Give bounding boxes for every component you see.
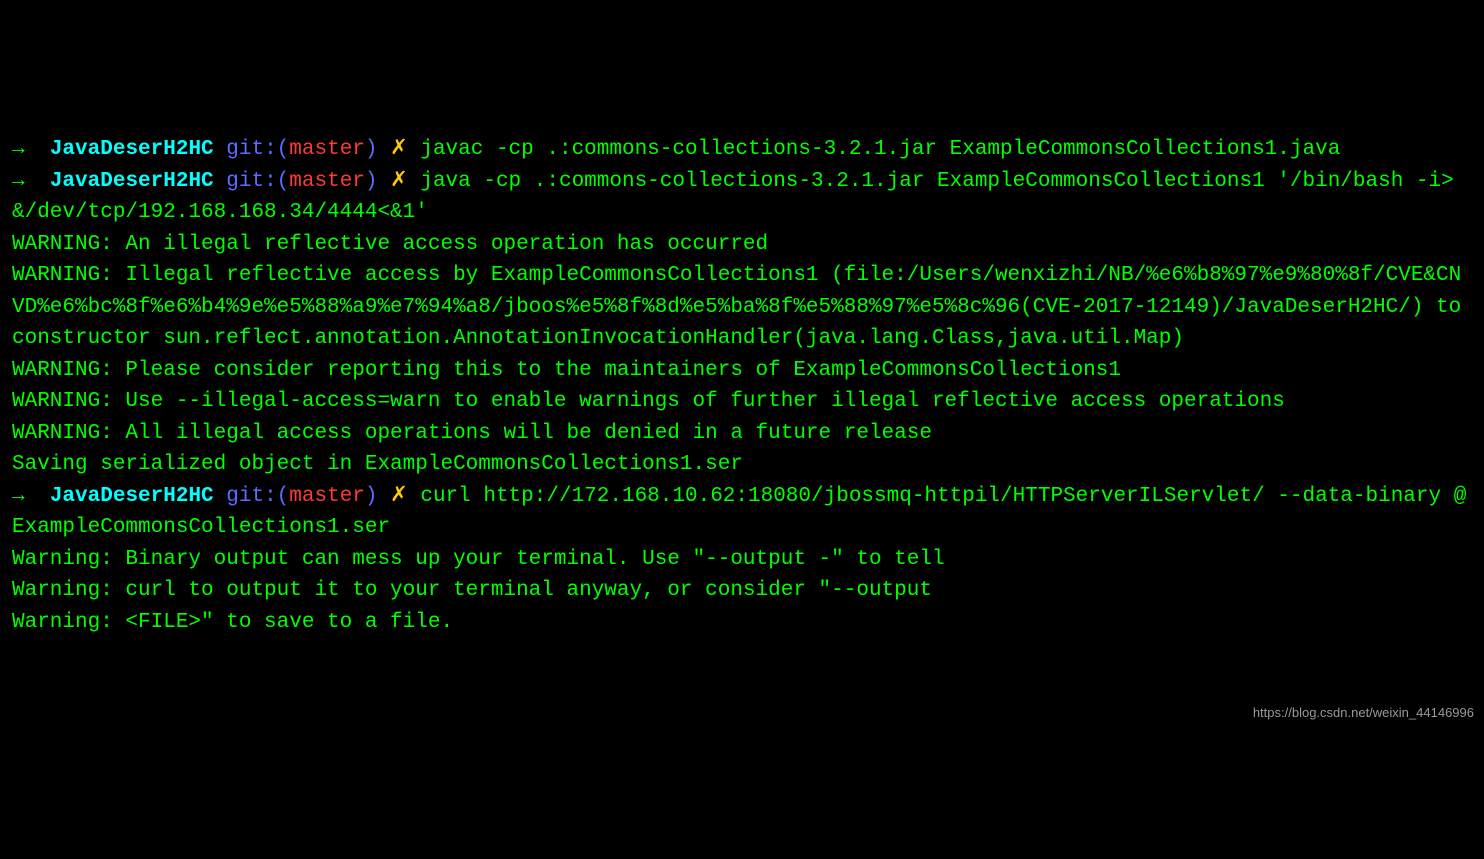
git-close: ) <box>365 138 378 161</box>
directory-name: JavaDeserH2HC <box>50 170 214 193</box>
output-line: Saving serialized object in ExampleCommo… <box>12 453 743 476</box>
output-line: WARNING: Please consider reporting this … <box>12 359 1121 382</box>
dirty-x-icon: ✗ <box>390 170 408 193</box>
shell-prompt-line: → JavaDeserH2HC git:(master) ✗ javac -cp… <box>12 138 1340 161</box>
git-branch: master <box>289 485 365 508</box>
output-line: Warning: curl to output it to your termi… <box>12 579 945 602</box>
command-text: javac -cp .:commons-collections-3.2.1.ja… <box>420 138 1340 161</box>
directory-name: JavaDeserH2HC <box>50 138 214 161</box>
git-branch: master <box>289 170 365 193</box>
git-branch: master <box>289 138 365 161</box>
dirty-x-icon: ✗ <box>390 485 408 508</box>
shell-prompt-line: → JavaDeserH2HC git:(master) ✗ java -cp … <box>12 170 1454 225</box>
shell-prompt-line: → JavaDeserH2HC git:(master) ✗ curl http… <box>12 485 1466 540</box>
arrow-icon: → <box>12 485 25 508</box>
git-close: ) <box>365 485 378 508</box>
output-line: WARNING: An illegal reflective access op… <box>12 233 768 256</box>
terminal-output[interactable]: → JavaDeserH2HC git:(master) ✗ javac -cp… <box>12 134 1472 638</box>
arrow-icon: → <box>12 170 25 193</box>
directory-name: JavaDeserH2HC <box>50 485 214 508</box>
arrow-icon: → <box>12 138 25 161</box>
output-line: WARNING: All illegal access operations w… <box>12 422 932 445</box>
git-label: git:( <box>226 138 289 161</box>
git-label: git:( <box>226 485 289 508</box>
output-line: Warning: <FILE>" to save to a file. <box>12 611 453 634</box>
output-line: Warning: Binary output can mess up your … <box>12 548 957 571</box>
dirty-x-icon: ✗ <box>390 138 408 161</box>
git-label: git:( <box>226 170 289 193</box>
output-line: WARNING: Use --illegal-access=warn to en… <box>12 390 1285 413</box>
watermark-text: https://blog.csdn.net/weixin_44146996 <box>1253 703 1474 723</box>
git-close: ) <box>365 170 378 193</box>
output-line: WARNING: Illegal reflective access by Ex… <box>12 264 1474 350</box>
